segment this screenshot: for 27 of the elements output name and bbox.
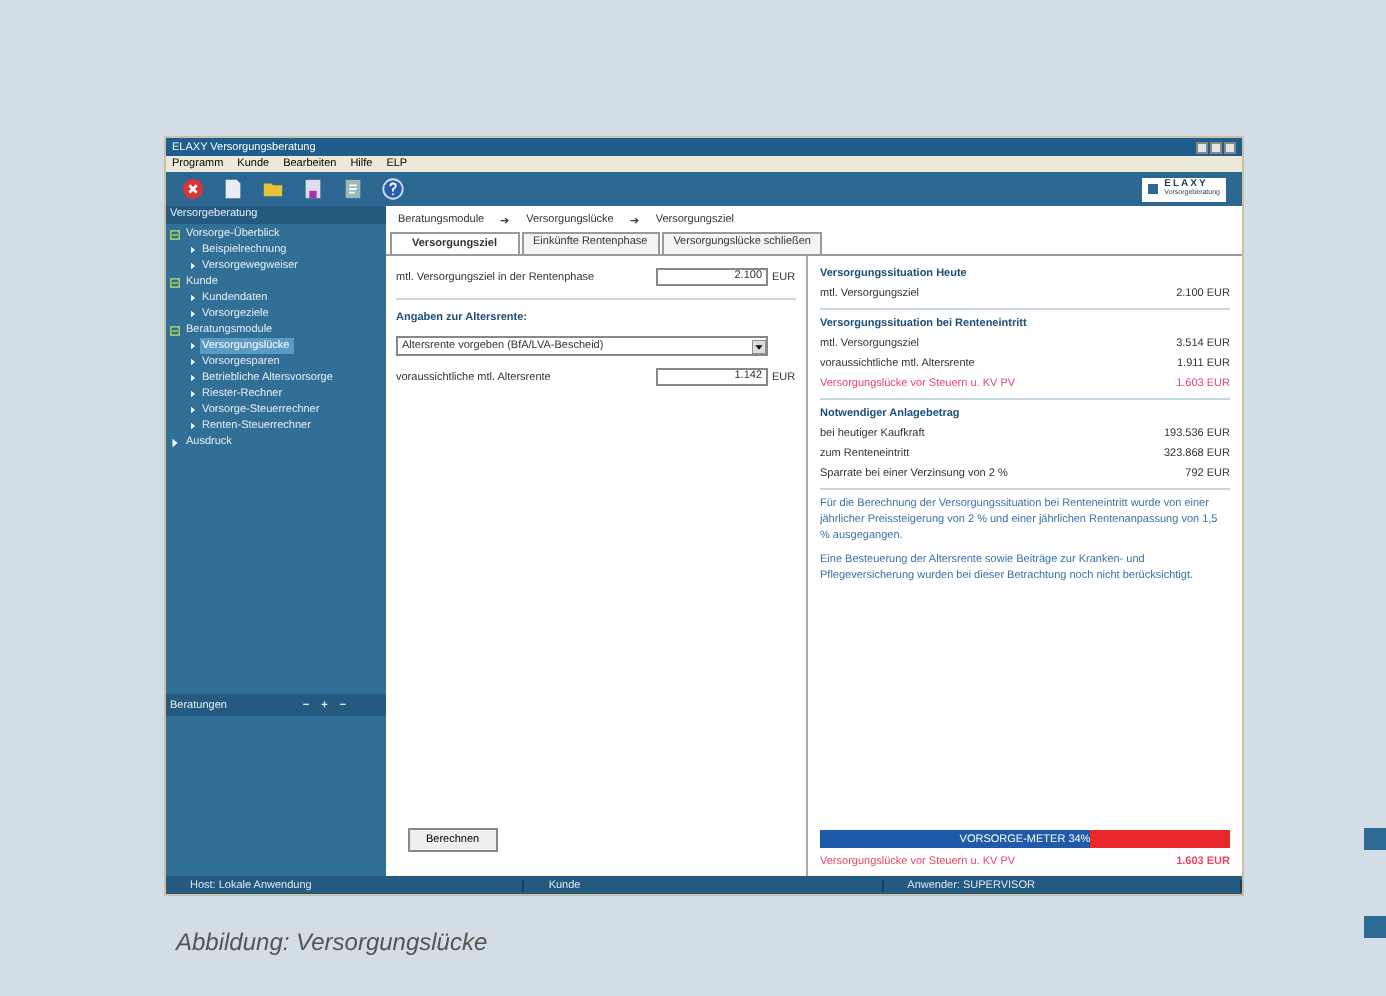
folder-icon[interactable] bbox=[262, 178, 284, 200]
close-button[interactable] bbox=[1224, 141, 1236, 153]
minimize-button[interactable] bbox=[1196, 141, 1208, 153]
figure-caption: Abbildung: Versorgungslücke bbox=[176, 928, 488, 956]
report-icon[interactable] bbox=[342, 178, 364, 200]
collapse-icon[interactable] bbox=[170, 229, 180, 239]
bullet-icon bbox=[190, 358, 196, 366]
save-icon[interactable] bbox=[302, 178, 324, 200]
collapse-icon[interactable] bbox=[170, 277, 180, 287]
bullet-icon bbox=[190, 406, 196, 414]
bullet-icon bbox=[190, 374, 196, 382]
page-marker bbox=[1364, 916, 1386, 938]
bullet-icon bbox=[190, 422, 196, 430]
expand-icon[interactable] bbox=[170, 437, 180, 447]
bullet-icon bbox=[190, 246, 196, 254]
close-icon[interactable] bbox=[182, 178, 204, 200]
bullet-icon bbox=[190, 342, 196, 350]
bullet-icon bbox=[190, 262, 196, 270]
maximize-button[interactable] bbox=[1210, 141, 1222, 153]
collapse-icon[interactable] bbox=[170, 325, 180, 335]
help-icon[interactable] bbox=[382, 178, 404, 200]
bullet-icon bbox=[190, 390, 196, 398]
page-marker bbox=[1364, 828, 1386, 850]
bullet-icon bbox=[190, 310, 196, 318]
document-icon[interactable] bbox=[222, 178, 244, 200]
bullet-icon bbox=[190, 294, 196, 302]
dropdown-arrow-icon[interactable] bbox=[752, 339, 766, 353]
